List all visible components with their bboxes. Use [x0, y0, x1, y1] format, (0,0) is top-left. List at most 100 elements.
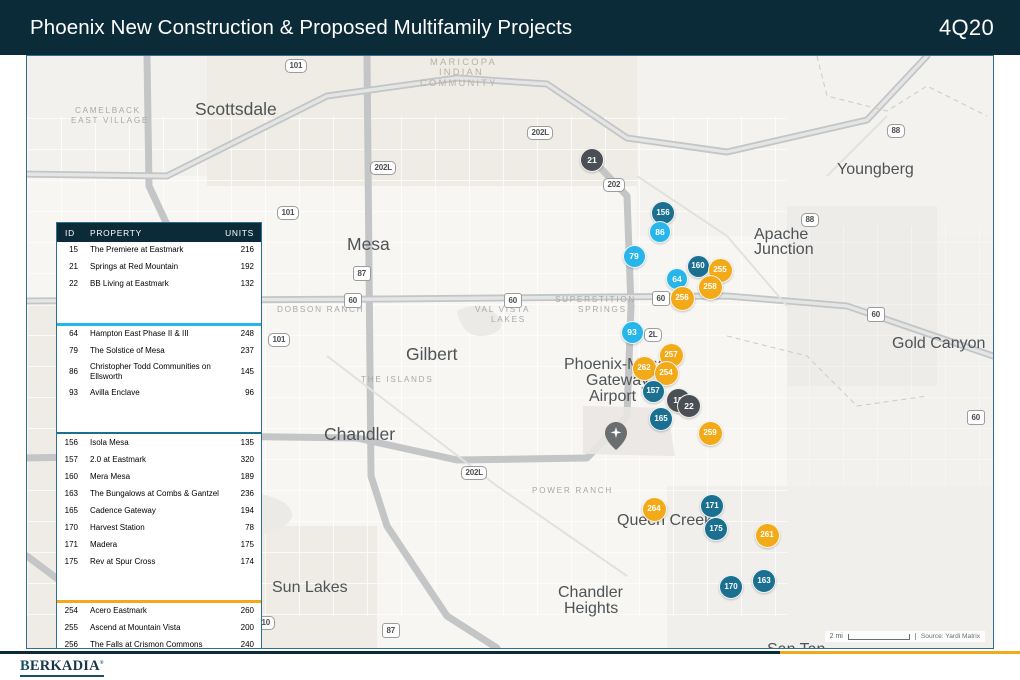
table-row[interactable]: 170 Harvest Station 78	[57, 519, 261, 536]
row-units: 240	[240, 640, 254, 649]
row-id: 171	[64, 539, 78, 549]
table-row[interactable]: 254 Acero Eastmark 260	[57, 603, 261, 620]
map-marker-93[interactable]: 93	[620, 320, 644, 344]
table-row[interactable]: 175 Rev at Spur Cross 174	[57, 553, 261, 570]
table-row[interactable]: 160 Mera Mesa 189	[57, 468, 261, 485]
table-row[interactable]: 15 The Premiere at Eastmark 216	[57, 242, 261, 259]
map-marker-171[interactable]: 171	[700, 494, 724, 518]
row-units: 145	[240, 366, 254, 376]
row-units: 132	[240, 279, 254, 289]
row-id: 175	[64, 556, 78, 566]
table-group-spacer	[57, 418, 261, 432]
row-id: 15	[69, 245, 78, 255]
berkadia-logo: BERKADIA®	[20, 659, 104, 677]
airport-icon	[605, 422, 627, 455]
row-units: 189	[240, 471, 254, 481]
spacer-cell	[57, 310, 261, 324]
row-property-name: Mera Mesa	[90, 471, 131, 481]
table-row[interactable]: 64 Hampton East Phase II & III 248	[57, 326, 261, 343]
map-marker-22[interactable]: 22	[677, 394, 701, 418]
row-property-name: The Falls at Crismon Commons	[90, 640, 203, 649]
row-id: 163	[64, 488, 78, 498]
table-row[interactable]: 157 2.0 at Eastmark 320	[57, 451, 261, 468]
total-label: Total Under Construction	[99, 405, 192, 415]
row-units: 260	[240, 606, 254, 616]
total-spacer	[57, 293, 83, 310]
table-row[interactable]: 79 The Solstice of Mesa 237	[57, 343, 261, 360]
total-label: Total Planned	[99, 574, 150, 584]
table-row[interactable]: 255 Ascend at Mountain Vista 200	[57, 620, 261, 637]
map-marker-21[interactable]: 21	[580, 148, 604, 172]
row-units: 200	[240, 623, 254, 633]
map-marker-157[interactable]: 157	[641, 379, 665, 403]
total-spacer	[57, 402, 83, 419]
map-marker-170[interactable]: 170	[719, 575, 743, 599]
row-property-name: Christopher Todd Communities on Ellswort…	[90, 361, 211, 382]
row-id: 93	[69, 387, 78, 397]
scalebar-track	[847, 633, 910, 640]
table-row[interactable]: 22 BB Living at Eastmark 132	[57, 276, 261, 293]
table-row[interactable]: 21 Springs at Red Mountain 192	[57, 259, 261, 276]
logo-trademark: ®	[99, 661, 104, 667]
row-property-name: Harvest Station	[90, 522, 145, 532]
logo-letter-b: B	[20, 658, 30, 674]
row-id: 254	[64, 606, 78, 616]
row-id: 157	[64, 454, 78, 464]
row-id: 22	[69, 279, 78, 289]
poster-page: Phoenix New Construction & Proposed Mult…	[0, 0, 1020, 680]
row-units: 78	[245, 522, 254, 532]
map-marker-262[interactable]: 262	[631, 355, 657, 381]
map-marker-160[interactable]: 160	[686, 254, 710, 278]
table-row[interactable]: 156 Isola Mesa 135	[57, 434, 261, 451]
map-marker-258[interactable]: 258	[697, 274, 723, 300]
table-row[interactable]: 163 The Bungalows at Combs & Gantzel 236	[57, 485, 261, 502]
row-id: 79	[69, 346, 78, 356]
column-header-units: UNITS	[225, 223, 261, 242]
row-id: 21	[69, 262, 78, 272]
row-units: 192	[240, 262, 254, 272]
table-row[interactable]: 165 Cadence Gateway 194	[57, 502, 261, 519]
row-units: 135	[240, 437, 254, 447]
page-header: Phoenix New Construction & Proposed Mult…	[0, 0, 1020, 55]
spacer-cell	[57, 587, 261, 601]
total-spacer	[57, 570, 83, 587]
map-frame[interactable]: Scottsdale CAMELBACK EAST VILLAGE MARICOPA I…	[26, 55, 994, 649]
table-row[interactable]: 171 Madera 175	[57, 536, 261, 553]
logo-underline	[20, 675, 104, 677]
total-label: Total Lease Up	[99, 297, 156, 307]
table-row[interactable]: 256 The Falls at Crismon Commons 240	[57, 637, 261, 649]
map-marker-86[interactable]: 86	[649, 221, 671, 243]
spacer-cell	[57, 418, 261, 432]
row-id: 170	[64, 522, 78, 532]
map-marker-256[interactable]: 256	[669, 285, 695, 311]
row-id: 160	[64, 471, 78, 481]
scalebar-distance: 2 mi	[829, 633, 843, 640]
row-property-name: Isola Mesa	[90, 437, 129, 447]
table-group-spacer	[57, 310, 261, 324]
map-marker-79[interactable]: 79	[622, 244, 646, 268]
map-marker-259[interactable]: 259	[697, 420, 723, 446]
table-row[interactable]: 93 Avilla Enclave 96	[57, 385, 261, 402]
row-property-name: 2.0 at Eastmark	[90, 454, 147, 464]
table-header-row: ID PROPERTY UNITS	[57, 223, 261, 242]
map-marker-264[interactable]: 264	[641, 496, 667, 522]
row-id: 256	[64, 640, 78, 649]
map-marker-261[interactable]: 261	[754, 522, 780, 548]
map-marker-163[interactable]: 163	[752, 569, 776, 593]
row-id: 165	[64, 505, 78, 515]
table-total-row: Total Planned 1,501	[57, 570, 261, 587]
row-id: 64	[69, 329, 78, 339]
quarter-label: 4Q20	[938, 14, 994, 40]
row-id: 86	[69, 366, 78, 376]
map-marker-165[interactable]: 165	[649, 407, 673, 431]
row-property-name: Avilla Enclave	[90, 387, 140, 397]
table-row[interactable]: 86 Christopher Todd Communities on Ellswo…	[57, 360, 261, 385]
row-property-name: The Premiere at Eastmark	[90, 245, 184, 255]
row-units: 320	[240, 454, 254, 464]
footer-rule	[0, 651, 1020, 654]
row-property-name: The Solstice of Mesa	[90, 346, 165, 356]
row-property-name: Springs at Red Mountain	[90, 262, 179, 272]
berkadia-wordmark: BERKADIA®	[20, 659, 104, 674]
map-marker-175[interactable]: 175	[704, 517, 728, 541]
row-property-name: Madera	[90, 539, 118, 549]
